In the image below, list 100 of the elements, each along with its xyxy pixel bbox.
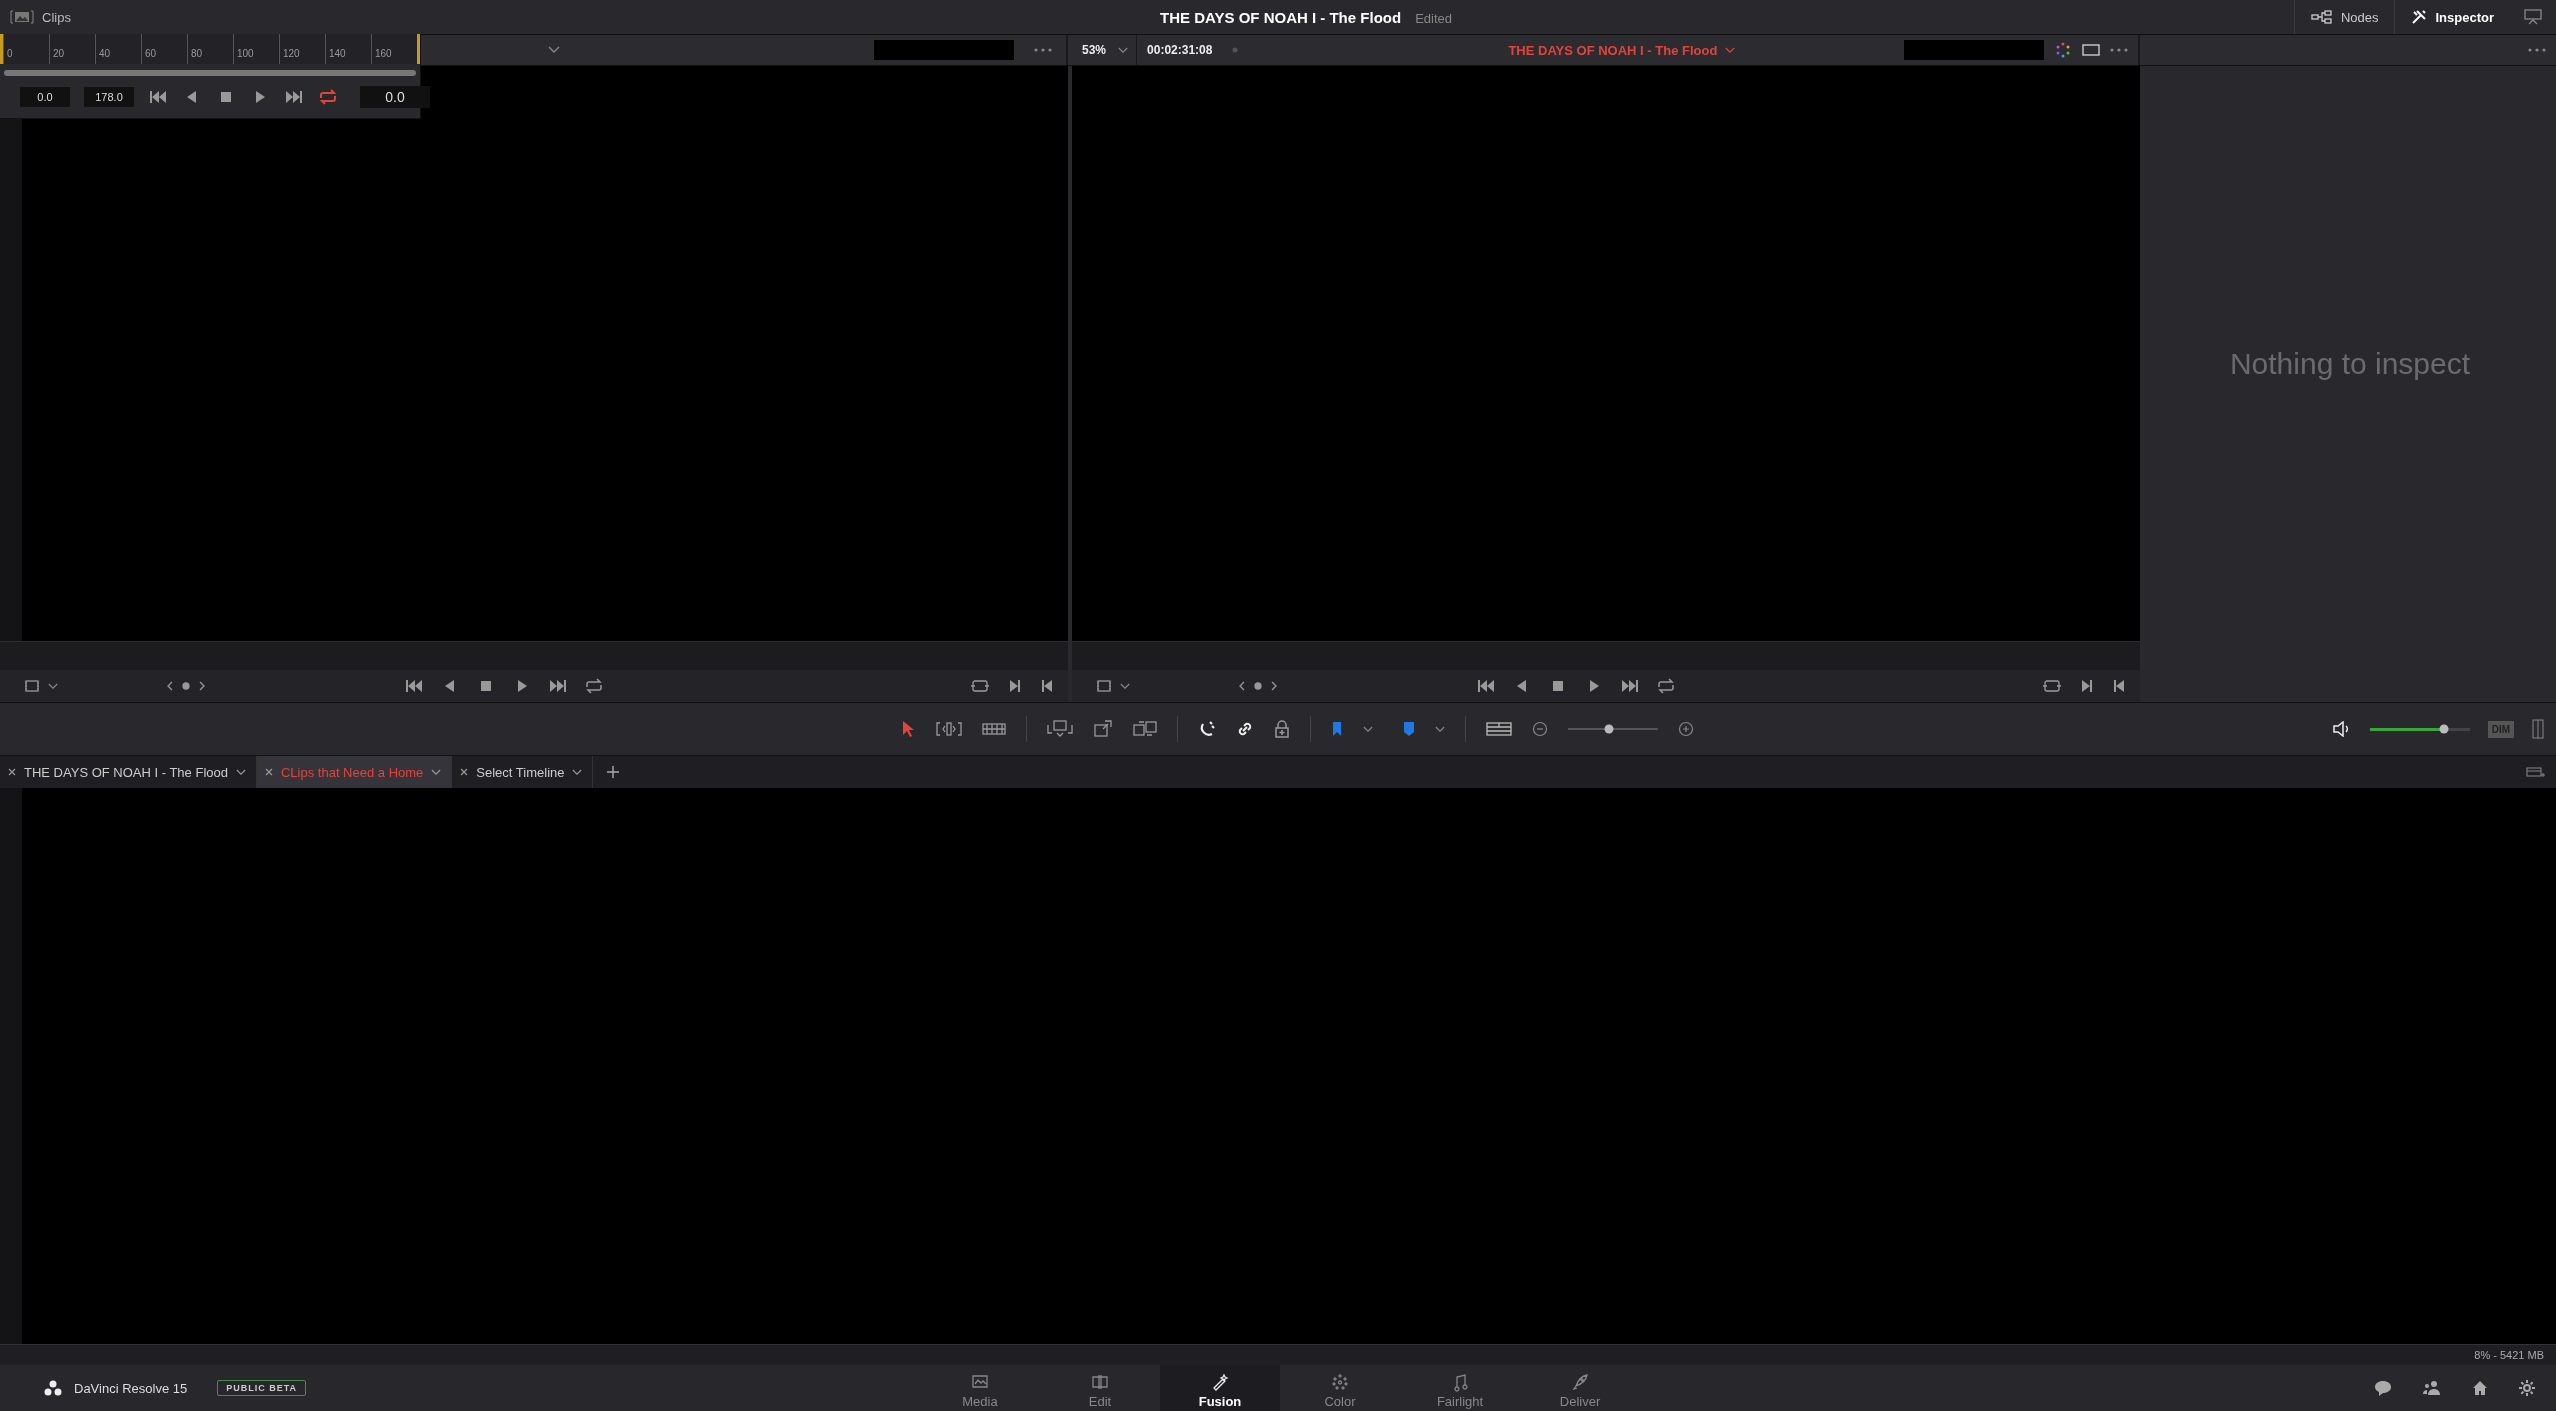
lock-icon[interactable] [1274,720,1290,738]
overwrite-clip-icon[interactable] [1093,720,1113,738]
slider-thumb[interactable] [1604,724,1613,734]
film-strip-icon[interactable] [1090,1372,1110,1392]
trim-tool-icon[interactable] [936,721,962,737]
end-frame-field[interactable]: 178.0 [84,87,134,107]
slider-thumb[interactable] [2439,724,2449,734]
page-tab[interactable]: Fusion [1160,1365,1280,1411]
skip-to-start-icon[interactable] [1476,679,1496,693]
color-wheel-icon[interactable] [2054,41,2072,59]
clip-navigation-icon[interactable] [166,680,206,692]
panel-toggle-button[interactable]: Nodes [2293,0,2395,34]
project-title: THE DAYS OF NOAH I - The Flood [1160,8,1402,26]
add-tab-icon[interactable] [607,766,620,778]
zoom-out-icon[interactable] [1532,721,1548,737]
current-frame-field[interactable]: 0.0 [360,86,430,108]
selection-tool-icon[interactable] [900,720,916,738]
tools-icon[interactable] [2411,9,2428,25]
panel-toggle-button[interactable]: Inspector [2394,0,2510,34]
blade-tool-icon[interactable] [982,722,1006,736]
edit-status: Edited [1415,10,1452,26]
timecode-field[interactable] [1904,40,2044,60]
add-track-icon[interactable] [2526,765,2546,779]
timecode-field[interactable] [874,40,1014,60]
viewer-layout-icon[interactable] [2082,44,2100,56]
loop-icon[interactable] [318,89,338,105]
timeline-view-icon[interactable] [1486,722,1512,736]
caret-icon[interactable] [48,682,58,690]
meter-icon[interactable] [2532,719,2544,739]
previous-frame-icon[interactable] [2112,679,2126,693]
caret-icon[interactable] [431,768,442,776]
beta-badge: PUBLIC BETA [217,1380,307,1396]
home-icon[interactable] [2472,1380,2488,1396]
chat-icon[interactable] [2374,1380,2392,1396]
more-options-icon[interactable] [2110,48,2128,52]
ruler-label: 60 [141,34,187,64]
loop-icon[interactable] [1656,678,1676,694]
clip-navigation-icon[interactable] [1238,680,1278,692]
loop-icon[interactable] [584,678,604,694]
clips-panel-icon[interactable] [10,10,34,24]
ruler-label: 160 [371,34,417,64]
nodes-icon[interactable] [2310,10,2333,24]
more-options-icon[interactable] [2528,48,2546,52]
marker-icon[interactable] [1403,721,1415,737]
page-tab[interactable]: Media [920,1365,1040,1411]
volume-slider[interactable] [2369,727,2470,731]
caret-icon[interactable] [1363,725,1373,733]
skip-to-start-icon[interactable] [148,90,168,104]
settings-icon[interactable] [2518,1379,2536,1397]
users-icon[interactable] [2422,1380,2442,1396]
skip-to-end-icon[interactable] [548,679,568,693]
viewer-mode-icon[interactable] [1096,680,1112,692]
ruler-label: 0 [3,34,49,64]
empty-message: Nothing to inspect [2229,347,2471,381]
caret-icon[interactable] [1435,725,1445,733]
skip-to-end-icon[interactable] [1620,679,1640,693]
memory-usage: 8% - 5421 MB [2474,1349,2544,1361]
monitor-icon[interactable] [2524,9,2542,25]
caret-icon[interactable] [1118,46,1129,54]
caret-icon[interactable] [548,46,560,54]
match-frame-icon[interactable] [2042,679,2062,693]
caret-icon[interactable] [1725,46,1736,54]
close-icon[interactable] [8,768,16,776]
close-icon[interactable] [264,768,273,776]
previous-frame-icon[interactable] [1040,679,1054,693]
dot-icon [1232,47,1239,53]
ruler-label: 140 [325,34,371,64]
ruler-label: 20 [49,34,95,64]
viewer-mode-icon[interactable] [24,680,40,692]
next-frame-icon[interactable] [1008,679,1022,693]
ruler-label: 40 [95,34,141,64]
replace-clip-icon[interactable] [1133,720,1157,738]
match-frame-icon[interactable] [970,679,990,693]
timecode: 00:02:31:08 [1147,43,1214,57]
more-options-icon[interactable] [1034,48,1052,52]
page-tab[interactable]: Edit [1040,1365,1160,1411]
scroll-bar[interactable] [4,70,416,76]
zoom-level[interactable]: 53% [1082,43,1107,57]
page-tab[interactable]: Color [1280,1365,1400,1411]
tab-label[interactable]: THE DAYS OF NOAH I - The Flood [24,764,228,780]
start-frame-field[interactable]: 0.0 [20,87,70,107]
ruler-label: 100 [233,34,279,64]
zoom-in-icon[interactable] [1678,721,1694,737]
panel-label[interactable]: Clips [42,9,71,25]
page-tab[interactable]: Deliver [1520,1365,1640,1411]
skip-to-end-icon[interactable] [284,90,304,104]
frame-ruler[interactable]: 0 20 40 60 80 100 120 140 160 [0,34,420,64]
insert-clip-icon[interactable] [1047,720,1073,738]
close-icon[interactable] [460,768,469,776]
link-icon[interactable] [1236,720,1254,738]
page-tab[interactable]: Fairlight [1400,1365,1520,1411]
flag-icon[interactable] [1331,721,1343,737]
snapping-icon[interactable] [1198,720,1216,738]
tab-label[interactable]: Select Timeline [476,764,565,780]
app-logo-icon [44,1380,62,1396]
caret-icon[interactable] [572,768,583,776]
next-frame-icon[interactable] [2080,679,2094,693]
caret-icon[interactable] [1120,682,1130,690]
skip-to-start-icon[interactable] [404,679,424,693]
caret-icon[interactable] [235,768,246,776]
